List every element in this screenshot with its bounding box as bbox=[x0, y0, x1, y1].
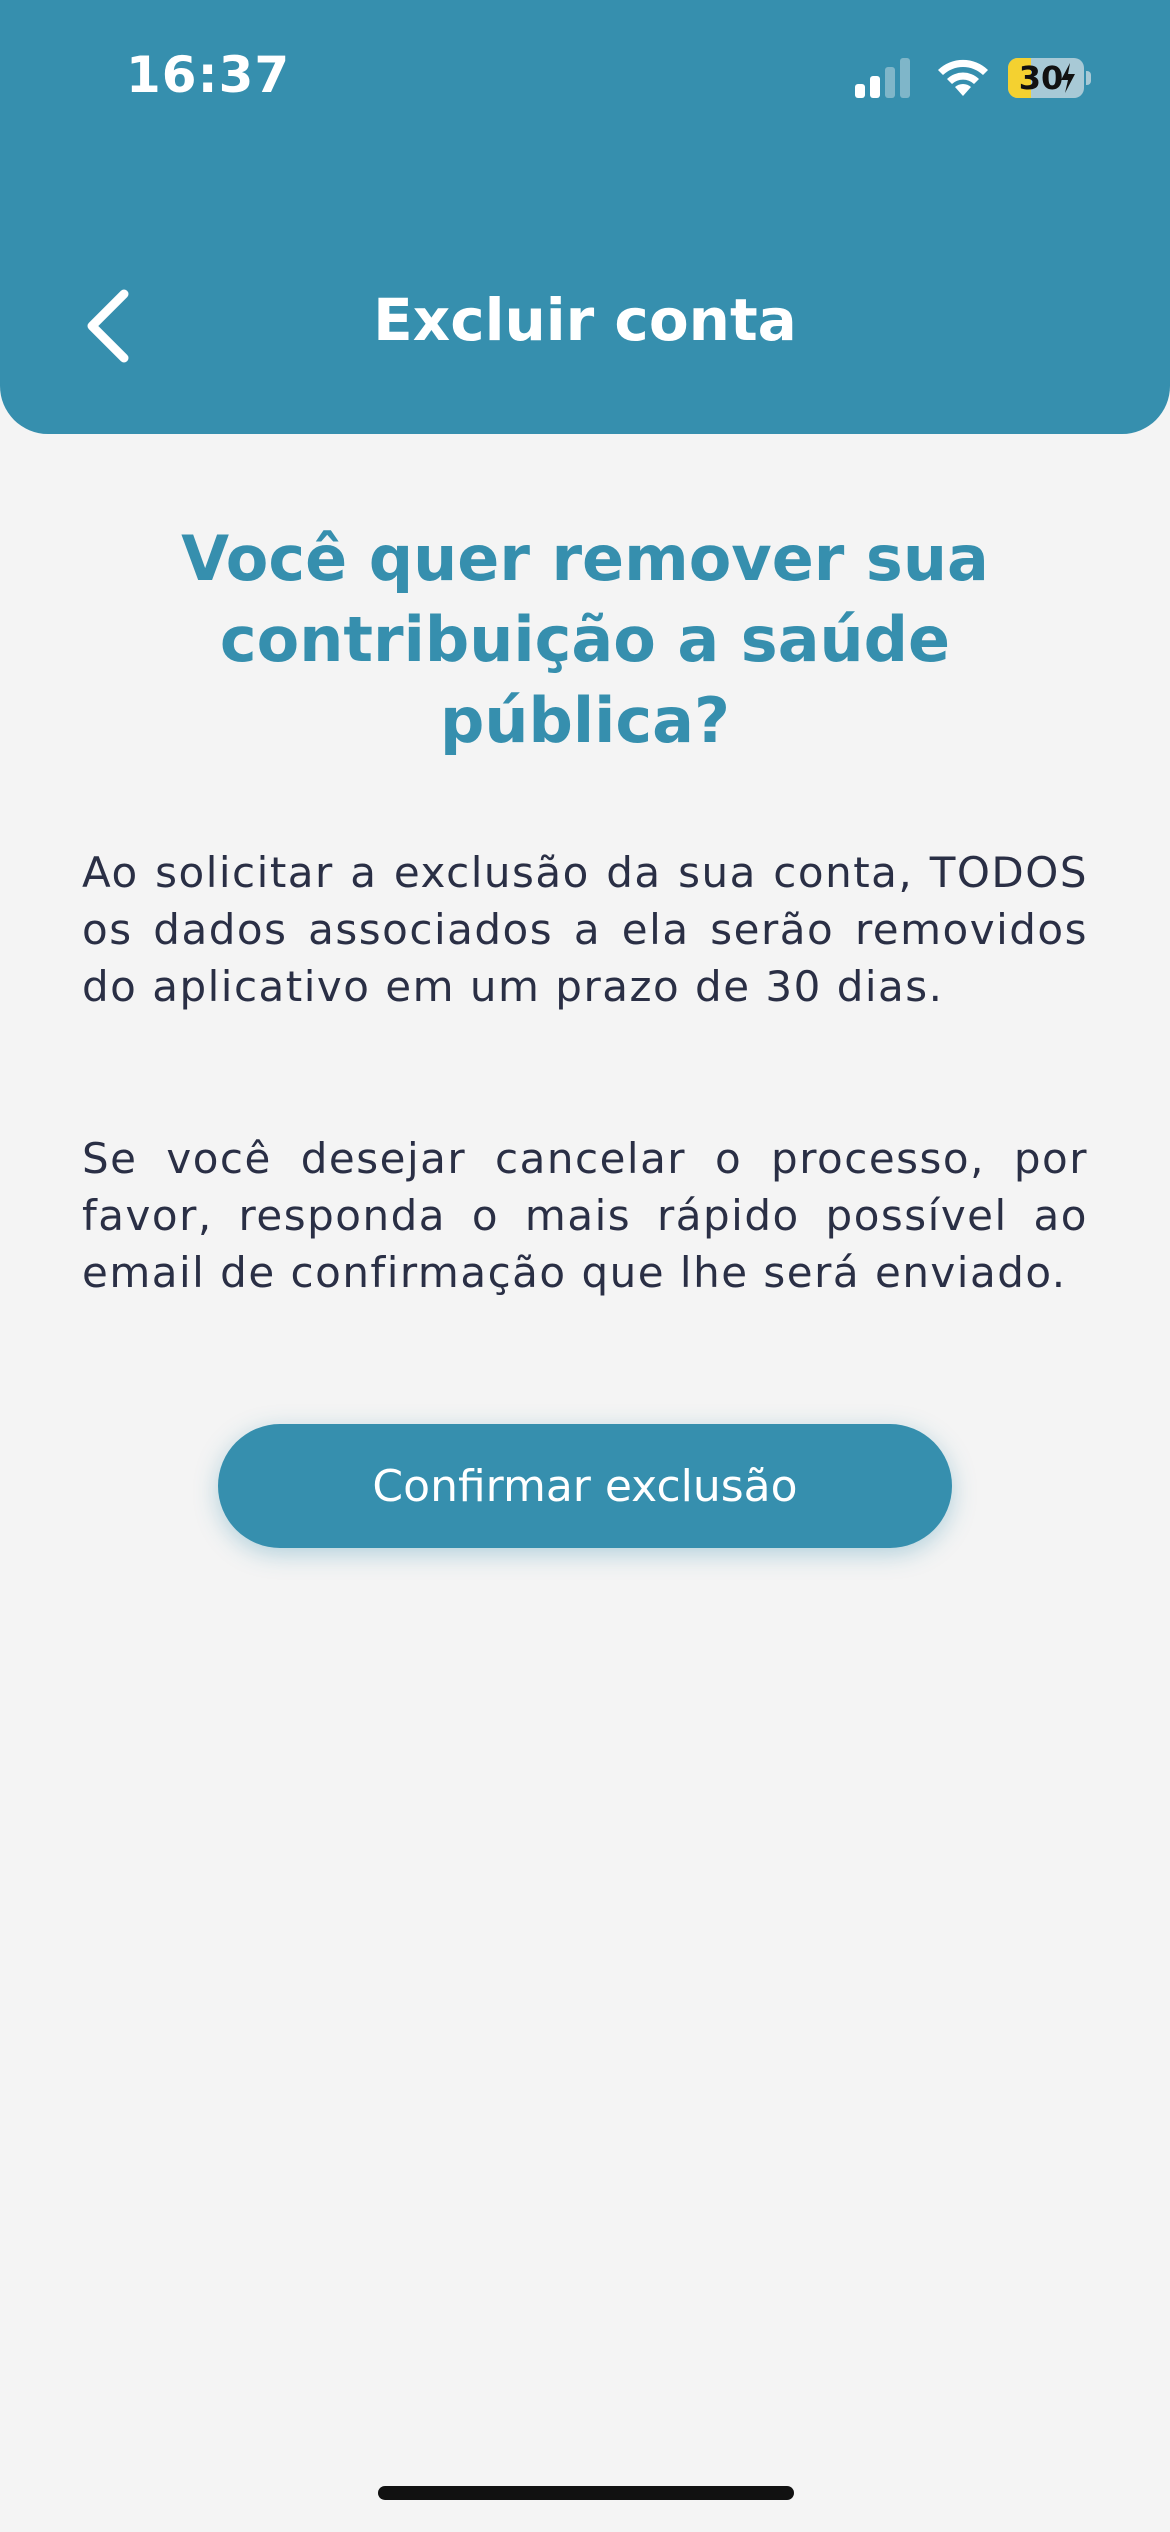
info-paragraph-deletion: Ao solicitar a exclusão da sua conta, TO… bbox=[82, 848, 1088, 1011]
info-paragraph-cancel: Se você desejar cancelar o processo, por… bbox=[82, 1134, 1088, 1297]
home-indicator[interactable] bbox=[378, 2486, 794, 2500]
status-time: 16:37 bbox=[126, 46, 291, 104]
battery-icon: 30 bbox=[1008, 58, 1092, 98]
bolt-icon bbox=[1061, 63, 1075, 93]
confirm-deletion-button[interactable]: Confirmar exclusão bbox=[218, 1424, 952, 1548]
app-header: 16:37 30 Excluir conta bbox=[0, 0, 1170, 434]
page-title: Excluir conta bbox=[373, 286, 797, 354]
wifi-icon bbox=[938, 59, 988, 96]
signal-icon bbox=[855, 58, 910, 98]
headline: Você quer remover sua contribuição a saú… bbox=[181, 522, 989, 757]
